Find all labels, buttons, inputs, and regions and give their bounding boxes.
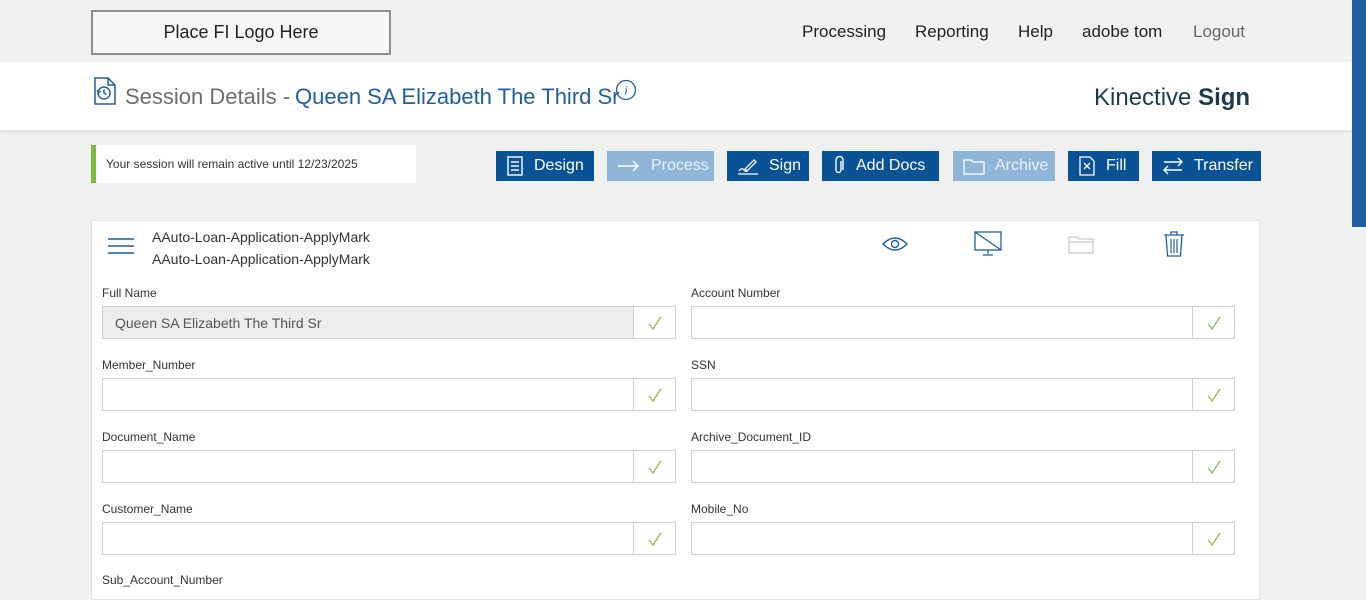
- design-icon: [507, 156, 523, 176]
- brand-light: Kinective: [1094, 84, 1192, 111]
- page-title-name: Queen SA Elizabeth The Third Sr: [295, 84, 620, 109]
- check-icon[interactable]: [1192, 523, 1234, 554]
- logo-text: Place FI Logo Here: [163, 22, 319, 42]
- mobile-no-label: Mobile_No: [691, 502, 749, 516]
- account-number-field: [691, 306, 1235, 339]
- brand-wordmark: Kinective Sign: [1094, 84, 1250, 112]
- ssn-input[interactable]: [692, 379, 1194, 410]
- account-number-input[interactable]: [692, 307, 1194, 338]
- ssn-label: SSN: [691, 358, 716, 372]
- transfer-label: Transfer: [1194, 157, 1253, 174]
- customer-name-label: Customer_Name: [102, 502, 193, 516]
- account-number-label: Account Number: [691, 286, 781, 300]
- arrow-right-icon: [618, 160, 639, 172]
- design-button[interactable]: Design: [496, 151, 594, 181]
- paperclip-icon: [835, 156, 844, 174]
- page-scrollbar-thumb[interactable]: [1352, 0, 1366, 227]
- fill-label: Fill: [1106, 157, 1127, 174]
- archive-document-id-input[interactable]: [692, 451, 1194, 482]
- menu-icon[interactable]: [108, 237, 134, 260]
- archive-button[interactable]: Archive: [953, 151, 1055, 181]
- brand-bold: Sign: [1198, 84, 1251, 111]
- monitor-off-icon[interactable]: [974, 231, 1002, 262]
- check-icon[interactable]: [1192, 379, 1234, 410]
- check-icon[interactable]: [633, 307, 675, 338]
- nav-help[interactable]: Help: [1018, 22, 1053, 42]
- mobile-no-input[interactable]: [692, 523, 1194, 554]
- archive-label: Archive: [995, 157, 1049, 174]
- ssn-field: [691, 378, 1235, 411]
- document-title-1: AAuto-Loan-Application-ApplyMark: [152, 229, 370, 245]
- add-docs-button[interactable]: Add Docs: [822, 151, 939, 181]
- document-name-field: [102, 450, 676, 483]
- design-label: Design: [534, 157, 584, 174]
- folder-icon[interactable]: [1068, 234, 1094, 259]
- sub-account-number-label: Sub_Account_Number: [102, 573, 223, 587]
- sign-button[interactable]: Sign: [727, 151, 809, 181]
- history-doc-icon: [92, 76, 118, 111]
- document-name-input[interactable]: [103, 451, 635, 482]
- member-number-input[interactable]: [103, 379, 635, 410]
- document-fill-icon: [1079, 156, 1095, 176]
- check-icon[interactable]: [633, 451, 675, 482]
- page-title-prefix: Session Details -: [125, 84, 291, 109]
- nav-processing[interactable]: Processing: [802, 22, 886, 42]
- process-label: Process: [651, 157, 709, 174]
- fi-logo-placeholder: Place FI Logo Here: [91, 10, 391, 55]
- session-notice-text: Your session will remain active until 12…: [106, 157, 358, 171]
- nav-user[interactable]: adobe tom: [1082, 22, 1162, 42]
- check-icon[interactable]: [633, 523, 675, 554]
- transfer-arrows-icon: [1163, 157, 1183, 175]
- nav-reporting[interactable]: Reporting: [915, 22, 989, 42]
- add-docs-label: Add Docs: [856, 157, 926, 174]
- check-icon[interactable]: [1192, 451, 1234, 482]
- fill-button[interactable]: Fill: [1068, 151, 1139, 181]
- eye-icon[interactable]: [882, 235, 908, 258]
- mobile-no-field: [691, 522, 1235, 555]
- top-bar: Place FI Logo Here Processing Reporting …: [0, 0, 1366, 62]
- customer-name-input[interactable]: [103, 523, 635, 554]
- member-number-field: [102, 378, 676, 411]
- customer-name-field: [102, 522, 676, 555]
- trash-icon[interactable]: [1163, 231, 1185, 262]
- archive-document-id-field: [691, 450, 1235, 483]
- full-name-input[interactable]: [103, 307, 635, 338]
- transfer-button[interactable]: Transfer: [1152, 151, 1261, 181]
- nav-logout[interactable]: Logout: [1193, 22, 1245, 42]
- full-name-label: Full Name: [102, 286, 157, 300]
- document-name-label: Document_Name: [102, 430, 196, 444]
- process-button[interactable]: Process: [607, 151, 714, 181]
- svg-text:i: i: [624, 83, 628, 98]
- session-notice: Your session will remain active until 12…: [91, 145, 416, 183]
- document-title-2: AAuto-Loan-Application-ApplyMark: [152, 251, 370, 267]
- full-name-field: [102, 306, 676, 339]
- check-icon[interactable]: [633, 379, 675, 410]
- check-icon[interactable]: [1192, 307, 1234, 338]
- sign-label: Sign: [769, 157, 802, 174]
- archive-document-id-label: Archive_Document_ID: [691, 430, 812, 444]
- member-number-label: Member_Number: [102, 358, 196, 372]
- folder-icon: [963, 159, 985, 175]
- pen-icon: [738, 159, 758, 175]
- info-icon[interactable]: i: [615, 79, 637, 106]
